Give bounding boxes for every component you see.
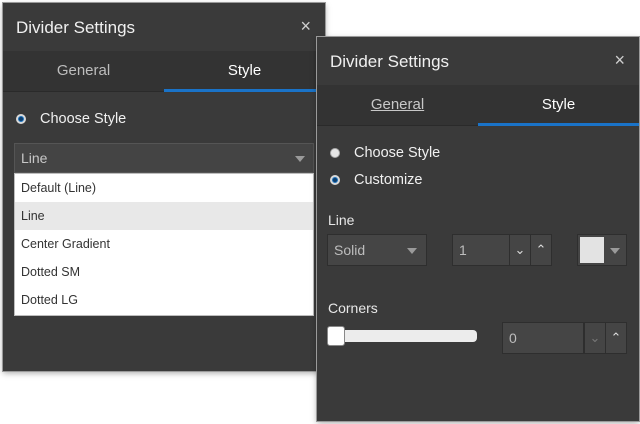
close-icon[interactable]: × [614,51,625,69]
line-style-value: Solid [334,242,366,258]
dropdown-option-dotted-sm[interactable]: Dotted SM [15,258,313,286]
dropdown-option-default-line[interactable]: Default (Line) [15,174,313,202]
line-width-increment-button[interactable]: ⌃ [530,234,552,266]
tab-style[interactable]: Style [164,51,325,92]
dropdown-option-line[interactable]: Line [15,202,313,230]
color-swatch [580,237,604,263]
chevron-down-icon: ⌄ [514,242,526,257]
dropdown-option-center-gradient[interactable]: Center Gradient [15,230,313,258]
tab-style-label: Style [541,96,576,113]
customize-radio[interactable]: Customize [330,172,423,188]
tab-style-label: Style [227,62,262,79]
tab-bar: General Style [317,85,639,126]
tab-general-label: General [56,62,111,79]
tab-general[interactable]: General [317,85,478,125]
tab-style[interactable]: Style [478,85,639,126]
line-width-input[interactable]: 1 [452,234,510,266]
tab-bar: General Style [3,51,325,92]
line-width-value: 1 [459,242,467,258]
chevron-down-icon: ⌄ [589,330,601,345]
corners-value: 0 [509,330,517,346]
corners-increment-button[interactable]: ⌃ [605,322,627,354]
choose-style-radio[interactable]: Choose Style [16,111,126,127]
line-style-select[interactable]: Solid [327,234,427,266]
style-dropdown-list: Default (Line) Line Center Gradient Dott… [14,173,314,316]
choose-style-label: Choose Style [354,145,441,161]
choose-style-radio[interactable]: Choose Style [330,145,440,161]
corners-section-label: Corners [328,300,378,316]
corners-decrement-button[interactable]: ⌄ [584,322,606,354]
line-section-label: Line [328,212,355,228]
chevron-down-icon [295,156,305,162]
tab-general-label: General [370,96,425,113]
customize-label: Customize [354,172,423,188]
chevron-up-icon: ⌃ [535,242,547,257]
radio-selected-icon [330,175,340,185]
corners-slider[interactable] [327,326,477,346]
slider-thumb[interactable] [327,326,345,346]
tab-general[interactable]: General [3,51,164,91]
style-select[interactable]: Line [14,143,314,173]
chevron-up-icon: ⌃ [610,330,622,345]
dropdown-option-dotted-lg[interactable]: Dotted LG [15,286,313,314]
corners-input[interactable]: 0 [502,322,584,354]
radio-unselected-icon [330,148,340,158]
dialog-title: Divider Settings [330,52,450,71]
style-select-value: Line [21,150,48,166]
divider-settings-dialog-front: Divider Settings × General Style Choose … [317,37,639,421]
line-color-picker[interactable] [577,234,627,266]
divider-settings-dialog-back: Divider Settings × General Style Choose … [3,3,325,371]
chevron-down-icon [407,248,417,254]
line-width-decrement-button[interactable]: ⌄ [509,234,531,266]
chevron-down-icon [610,248,620,254]
close-icon[interactable]: × [300,17,311,35]
dialog-title: Divider Settings [16,18,136,37]
choose-style-label: Choose Style [40,111,127,127]
radio-selected-icon [16,114,26,124]
